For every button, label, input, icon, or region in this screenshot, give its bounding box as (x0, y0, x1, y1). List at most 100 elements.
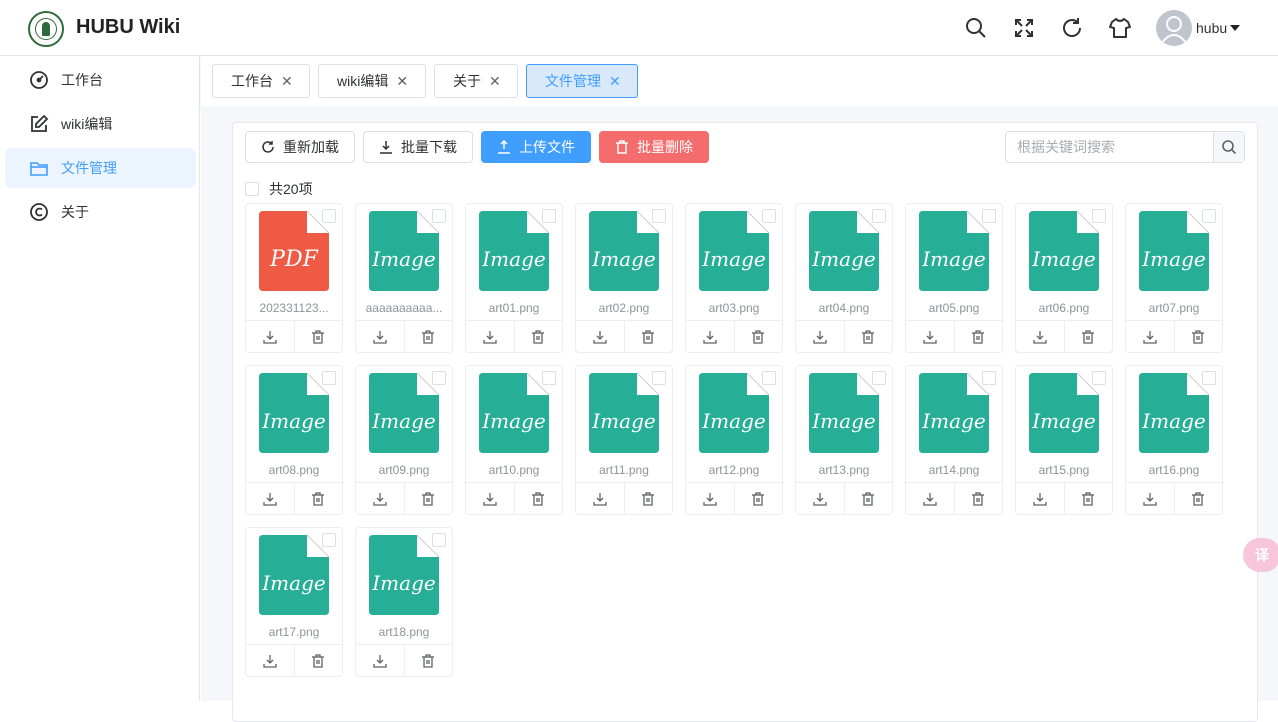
file-panel: 重新加载 批量下载 上传文件 批量删除 共20项 PDF 202331123...… (232, 122, 1258, 722)
batch-delete-button[interactable]: 批量删除 (599, 131, 709, 163)
delete-button[interactable] (843, 483, 893, 514)
user-avatar[interactable] (1156, 10, 1192, 46)
delete-button[interactable] (403, 483, 453, 514)
download-button[interactable] (1016, 483, 1064, 514)
download-button[interactable] (686, 483, 734, 514)
file-card[interactable]: Image art14.png (905, 365, 1003, 515)
select-all-checkbox[interactable] (245, 182, 259, 196)
delete-button[interactable] (953, 321, 1003, 352)
download-button[interactable] (356, 321, 404, 352)
file-card[interactable]: Image art06.png (1015, 203, 1113, 353)
download-button[interactable] (906, 321, 954, 352)
batch-download-button[interactable]: 批量下载 (363, 131, 473, 163)
delete-button[interactable] (403, 321, 453, 352)
fullscreen-icon[interactable] (1012, 16, 1036, 40)
user-name[interactable]: hubu (1196, 20, 1227, 36)
caret-down-icon[interactable] (1230, 25, 1240, 31)
file-card[interactable]: Image art01.png (465, 203, 563, 353)
theme-icon[interactable] (1108, 16, 1132, 40)
download-button[interactable] (576, 321, 624, 352)
file-card[interactable]: Image art07.png (1125, 203, 1223, 353)
file-card[interactable]: Image art12.png (685, 365, 783, 515)
download-button[interactable] (686, 321, 734, 352)
download-button[interactable] (246, 321, 294, 352)
delete-button[interactable] (623, 321, 673, 352)
download-button[interactable] (1126, 321, 1174, 352)
download-button[interactable] (246, 483, 294, 514)
delete-button[interactable] (1063, 321, 1113, 352)
tab-file-management[interactable]: 文件管理 ✕ (526, 64, 638, 98)
delete-button[interactable] (513, 483, 563, 514)
delete-button[interactable] (1063, 483, 1113, 514)
download-button[interactable] (246, 645, 294, 676)
sidebar-item-file-management[interactable]: 文件管理 (5, 148, 196, 188)
translate-icon[interactable]: 译 (1243, 538, 1278, 572)
file-card[interactable]: Image aaaaaaaaaa... (355, 203, 453, 353)
file-actions (576, 320, 672, 352)
close-icon[interactable]: ✕ (489, 73, 501, 90)
refresh-icon[interactable] (1060, 16, 1084, 40)
delete-button[interactable] (843, 321, 893, 352)
delete-button[interactable] (733, 483, 783, 514)
button-label: 批量下载 (401, 139, 457, 155)
delete-button[interactable] (953, 483, 1003, 514)
sidebar-item-wiki-edit[interactable]: wiki编辑 (5, 104, 196, 144)
close-icon[interactable]: ✕ (281, 73, 293, 90)
file-card[interactable]: Image art03.png (685, 203, 783, 353)
file-card[interactable]: Image art13.png (795, 365, 893, 515)
university-logo (28, 11, 64, 47)
upload-button[interactable]: 上传文件 (481, 131, 591, 163)
reload-button[interactable]: 重新加载 (245, 131, 355, 163)
button-label: 上传文件 (519, 139, 575, 155)
file-card[interactable]: PDF 202331123... (245, 203, 343, 353)
file-card[interactable]: Image art18.png (355, 527, 453, 677)
search-icon[interactable] (964, 16, 988, 40)
file-card[interactable]: Image art09.png (355, 365, 453, 515)
image-file-icon: Image (699, 372, 770, 453)
delete-button[interactable] (1173, 321, 1223, 352)
delete-button[interactable] (403, 645, 453, 676)
item-count-label: 共20项 (269, 181, 313, 197)
file-name: art05.png (928, 301, 980, 315)
delete-icon (1082, 491, 1095, 506)
delete-button[interactable] (293, 321, 343, 352)
download-button[interactable] (356, 483, 404, 514)
delete-button[interactable] (1173, 483, 1223, 514)
select-all[interactable]: 共20项 (245, 179, 313, 199)
download-button[interactable] (576, 483, 624, 514)
file-card[interactable]: Image art05.png (905, 203, 1003, 353)
close-icon[interactable]: ✕ (396, 73, 408, 90)
tab-wiki-edit[interactable]: wiki编辑 ✕ (318, 64, 426, 98)
delete-button[interactable] (293, 645, 343, 676)
download-button[interactable] (356, 645, 404, 676)
download-button[interactable] (1016, 321, 1064, 352)
file-card[interactable]: Image art04.png (795, 203, 893, 353)
file-card[interactable]: Image art16.png (1125, 365, 1223, 515)
delete-button[interactable] (513, 321, 563, 352)
sidebar-item-about[interactable]: 关于 (5, 192, 196, 232)
file-name: art10.png (488, 463, 540, 477)
file-card[interactable]: Image art11.png (575, 365, 673, 515)
delete-button[interactable] (623, 483, 673, 514)
tab-about[interactable]: 关于 ✕ (434, 64, 518, 98)
download-button[interactable] (1126, 483, 1174, 514)
download-button[interactable] (906, 483, 954, 514)
sidebar-item-dashboard[interactable]: 工作台 (5, 60, 196, 100)
file-card[interactable]: Image art02.png (575, 203, 673, 353)
download-button[interactable] (796, 483, 844, 514)
tab-dashboard[interactable]: 工作台 ✕ (212, 64, 310, 98)
file-card[interactable]: Image art10.png (465, 365, 563, 515)
file-card[interactable]: Image art17.png (245, 527, 343, 677)
search-button[interactable] (1213, 132, 1244, 162)
close-icon[interactable]: ✕ (609, 73, 621, 90)
delete-button[interactable] (733, 321, 783, 352)
image-file-icon: Image (919, 372, 990, 453)
delete-button[interactable] (293, 483, 343, 514)
search-input[interactable] (1006, 132, 1214, 162)
download-button[interactable] (466, 483, 514, 514)
download-button[interactable] (796, 321, 844, 352)
file-card[interactable]: Image art15.png (1015, 365, 1113, 515)
file-card[interactable]: Image art08.png (245, 365, 343, 515)
download-button[interactable] (466, 321, 514, 352)
search-box (1005, 131, 1245, 163)
